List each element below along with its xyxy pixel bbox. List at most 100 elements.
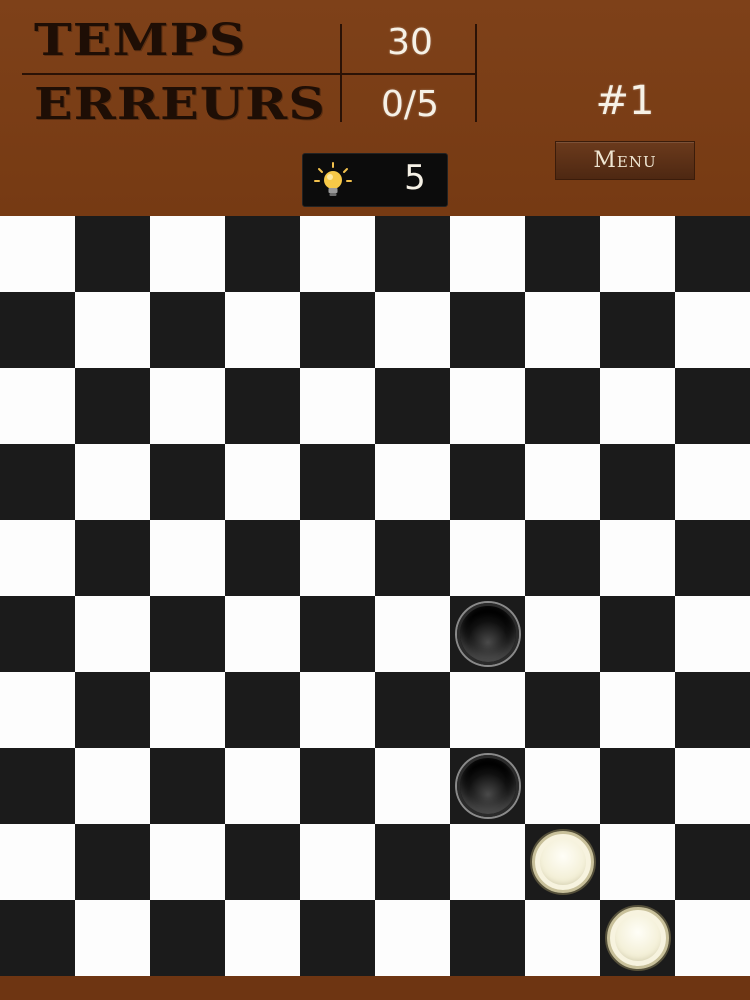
board-square[interactable] bbox=[675, 824, 750, 900]
board-square bbox=[375, 444, 450, 520]
board-square[interactable] bbox=[300, 748, 375, 824]
board-square bbox=[675, 748, 750, 824]
game-board[interactable] bbox=[0, 216, 750, 976]
board-square[interactable] bbox=[75, 520, 150, 596]
board-square bbox=[300, 520, 375, 596]
board-square bbox=[225, 596, 300, 672]
board-square[interactable] bbox=[525, 672, 600, 748]
board-square[interactable] bbox=[225, 368, 300, 444]
board-square bbox=[300, 368, 375, 444]
board-square bbox=[75, 444, 150, 520]
hint-count: 5 bbox=[404, 158, 426, 198]
board-square bbox=[300, 216, 375, 292]
board-square bbox=[450, 672, 525, 748]
score-divider-right bbox=[475, 24, 477, 122]
board-square bbox=[375, 292, 450, 368]
board-square[interactable] bbox=[75, 672, 150, 748]
board-square[interactable] bbox=[600, 444, 675, 520]
board-square bbox=[600, 672, 675, 748]
board-square bbox=[450, 824, 525, 900]
board-square bbox=[225, 748, 300, 824]
board-square[interactable] bbox=[75, 824, 150, 900]
menu-button-label: Menu bbox=[593, 148, 657, 173]
board-square bbox=[600, 216, 675, 292]
board-square[interactable] bbox=[375, 824, 450, 900]
errors-label: ERREURS bbox=[34, 79, 327, 130]
board-square[interactable] bbox=[300, 596, 375, 672]
board-square[interactable] bbox=[675, 520, 750, 596]
board-square[interactable] bbox=[225, 216, 300, 292]
board-square bbox=[0, 672, 75, 748]
errors-value: 0/5 bbox=[381, 84, 439, 125]
board-square bbox=[525, 748, 600, 824]
board-square[interactable] bbox=[375, 368, 450, 444]
time-value: 30 bbox=[387, 22, 433, 63]
score-divider-horizontal bbox=[22, 73, 477, 75]
board-square bbox=[375, 748, 450, 824]
board-square[interactable] bbox=[0, 748, 75, 824]
board-square[interactable] bbox=[0, 292, 75, 368]
hint-button[interactable]: 5 bbox=[302, 153, 448, 207]
board-square[interactable] bbox=[600, 596, 675, 672]
board-square[interactable] bbox=[150, 596, 225, 672]
board-square bbox=[675, 596, 750, 672]
black-checker-piece[interactable] bbox=[456, 603, 519, 665]
board-square bbox=[225, 444, 300, 520]
board-square[interactable] bbox=[450, 900, 525, 976]
board-square[interactable] bbox=[525, 368, 600, 444]
board-square bbox=[525, 900, 600, 976]
board-square[interactable] bbox=[300, 292, 375, 368]
board-square[interactable] bbox=[450, 444, 525, 520]
board-square[interactable] bbox=[150, 748, 225, 824]
board-square bbox=[150, 520, 225, 596]
board-square bbox=[75, 292, 150, 368]
score-divider-left bbox=[340, 24, 342, 122]
board-square[interactable] bbox=[225, 672, 300, 748]
board-square[interactable] bbox=[450, 292, 525, 368]
board-square bbox=[600, 824, 675, 900]
board-square[interactable] bbox=[525, 520, 600, 596]
board-square bbox=[525, 596, 600, 672]
board-square bbox=[300, 672, 375, 748]
board-square bbox=[150, 824, 225, 900]
board-square bbox=[525, 444, 600, 520]
board-square[interactable] bbox=[150, 292, 225, 368]
board-square[interactable] bbox=[375, 520, 450, 596]
board-square bbox=[600, 520, 675, 596]
board-square[interactable] bbox=[300, 900, 375, 976]
board-square bbox=[75, 748, 150, 824]
board-square bbox=[675, 292, 750, 368]
board-square[interactable] bbox=[225, 520, 300, 596]
board-square[interactable] bbox=[600, 292, 675, 368]
board-square bbox=[300, 824, 375, 900]
board-square[interactable] bbox=[0, 900, 75, 976]
board-square[interactable] bbox=[375, 672, 450, 748]
board-square[interactable] bbox=[300, 444, 375, 520]
game-header: TEMPS ERREURS 30 0/5 #1 Menu 5 bbox=[0, 0, 750, 216]
board-square bbox=[450, 368, 525, 444]
board-square[interactable] bbox=[675, 216, 750, 292]
board-square bbox=[75, 900, 150, 976]
board-square[interactable] bbox=[225, 824, 300, 900]
board-square bbox=[225, 900, 300, 976]
board-square[interactable] bbox=[150, 444, 225, 520]
board-square bbox=[450, 520, 525, 596]
board-square[interactable] bbox=[600, 748, 675, 824]
board-square[interactable] bbox=[150, 900, 225, 976]
board-square[interactable] bbox=[75, 368, 150, 444]
board-square bbox=[525, 292, 600, 368]
white-checker-piece[interactable] bbox=[531, 831, 594, 893]
menu-button[interactable]: Menu bbox=[555, 141, 695, 180]
board-square[interactable] bbox=[675, 672, 750, 748]
board-square bbox=[150, 216, 225, 292]
board-square[interactable] bbox=[0, 596, 75, 672]
board-square[interactable] bbox=[0, 444, 75, 520]
board-square bbox=[150, 368, 225, 444]
board-square bbox=[225, 292, 300, 368]
board-square[interactable] bbox=[525, 216, 600, 292]
white-checker-piece[interactable] bbox=[606, 907, 669, 969]
black-checker-piece[interactable] bbox=[456, 755, 519, 817]
board-square[interactable] bbox=[675, 368, 750, 444]
board-square[interactable] bbox=[375, 216, 450, 292]
board-square[interactable] bbox=[75, 216, 150, 292]
